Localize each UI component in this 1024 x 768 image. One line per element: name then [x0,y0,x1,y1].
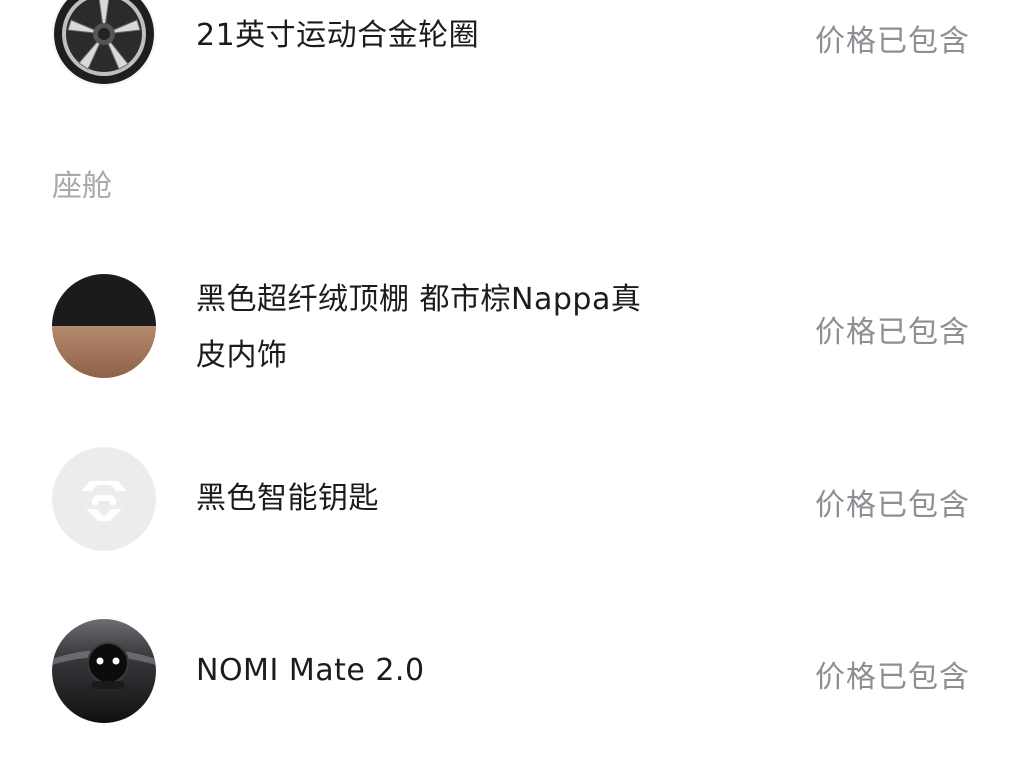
option-name: 黑色超纤绒顶棚 都市棕Nappa真 皮内饰 [196,272,641,384]
option-name: 黑色智能钥匙 [196,481,379,516]
option-row-smart-key[interactable]: 黑色智能钥匙 价格已包含 [0,447,1024,551]
smart-key-icon [52,447,156,551]
section-title-cabin: 座舱 [52,169,112,204]
price-included-label: 价格已包含 [815,24,970,59]
price-included-label: 价格已包含 [815,315,970,350]
nomi-mate-icon [52,619,156,723]
interior-color-swatch [52,274,156,378]
option-row-nomi-mate[interactable]: NOMI Mate 2.0 价格已包含 [0,619,1024,723]
price-included-label: 价格已包含 [815,660,970,695]
price-included-label: 价格已包含 [815,488,970,523]
option-name-line-1: 黑色超纤绒顶棚 都市棕Nappa真 [196,282,642,317]
alloy-wheel-icon [52,0,156,86]
option-name-line-2: 皮内饰 [196,338,288,373]
option-name: NOMI Mate 2.0 [196,653,425,688]
option-row-interior[interactable]: 黑色超纤绒顶棚 都市棕Nappa真 皮内饰 价格已包含 [0,270,1024,390]
option-name: 21英寸运动合金轮圈 [196,18,480,53]
option-row-wheel[interactable]: 21英寸运动合金轮圈 价格已包含 [0,0,1024,90]
